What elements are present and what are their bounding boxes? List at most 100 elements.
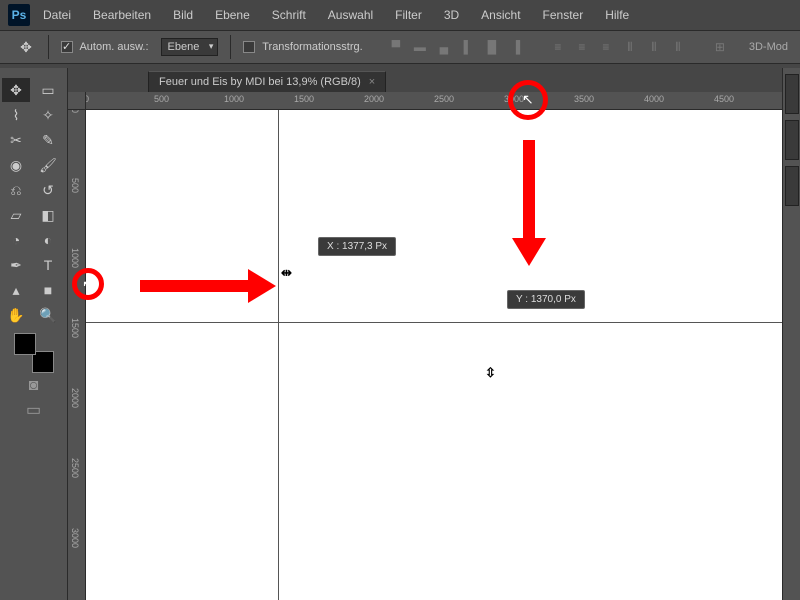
menu-3d[interactable]: 3D: [435, 4, 468, 26]
type-tool[interactable]: T: [34, 253, 62, 277]
eyedropper-tool[interactable]: ✎: [34, 128, 62, 152]
distribute-vcenter-icon[interactable]: ≡: [573, 38, 591, 56]
menu-layer[interactable]: Ebene: [206, 4, 259, 26]
transform-controls-label: Transformationsstrg.: [262, 41, 362, 53]
divider: [230, 35, 231, 59]
menu-edit[interactable]: Bearbeiten: [84, 4, 160, 26]
ruler-tick-label: 500: [70, 178, 80, 193]
canvas[interactable]: ⇹ ⇳ X : 1377,3 Px Y : 1370,0 Px: [86, 110, 782, 600]
zoom-tool[interactable]: 🔍: [34, 303, 62, 327]
dodge-tool[interactable]: ◐: [34, 228, 62, 252]
rectangle-tool[interactable]: ■: [34, 278, 62, 302]
lasso-tool[interactable]: ⌇: [2, 103, 30, 127]
pen-tool[interactable]: ✒: [2, 253, 30, 277]
menu-filter[interactable]: Filter: [386, 4, 431, 26]
hand-tool[interactable]: ✋: [2, 303, 30, 327]
align-left-icon[interactable]: ▌: [459, 38, 477, 56]
gradient-tool[interactable]: ◧: [34, 203, 62, 227]
tooltip-value: 1377,3 Px: [342, 241, 387, 252]
horizontal-ruler[interactable]: 050010001500200025003000350040004500: [86, 92, 782, 110]
menu-select[interactable]: Auswahl: [319, 4, 382, 26]
panel-button[interactable]: [785, 74, 799, 114]
vertical-guide[interactable]: [278, 110, 279, 600]
document-tab[interactable]: Feuer und Eis by MDI bei 13,9% (RGB/8) ×: [148, 71, 386, 92]
cursor-icon: ↖: [522, 91, 534, 108]
distribute-left-icon[interactable]: ⦀: [621, 38, 639, 56]
menu-help[interactable]: Hilfe: [596, 4, 638, 26]
history-brush-tool[interactable]: ↺: [34, 178, 62, 202]
screen-mode-icon[interactable]: ▭: [20, 399, 48, 421]
align-button-group: ▀ ▬ ▄ ▌ █ ▐ ≡ ≡ ≡ ⦀ ⦀ ⦀ ⊞ 3D-Mod: [387, 38, 800, 56]
ruler-tick-label: 0: [70, 110, 80, 113]
horizontal-guide[interactable]: [86, 322, 782, 323]
tooltip-value: 1370,0 Px: [531, 294, 576, 305]
ruler-tick-label: 2500: [70, 458, 80, 478]
clone-stamp-tool[interactable]: ⎌: [2, 178, 30, 202]
ruler-tick-label: 2000: [70, 388, 80, 408]
align-hcenter-icon[interactable]: █: [483, 38, 501, 56]
canvas-viewport[interactable]: ⇹ ⇳ X : 1377,3 Px Y : 1370,0 Px: [86, 110, 782, 600]
marquee-tool[interactable]: ▭: [34, 78, 62, 102]
panel-strip: [782, 68, 800, 600]
ruler-tick-label: 3500: [574, 94, 594, 104]
foreground-color-swatch[interactable]: [14, 333, 36, 355]
spot-heal-tool[interactable]: ◉: [2, 153, 30, 177]
align-right-icon[interactable]: ▐: [507, 38, 525, 56]
vertical-ruler[interactable]: 0 500 1000 1500 2000 2500 3000: [68, 110, 86, 600]
tooltip-label: X :: [327, 241, 339, 252]
guide-x-tooltip: X : 1377,3 Px: [318, 237, 396, 256]
eraser-tool[interactable]: ▱: [2, 203, 30, 227]
align-bottom-icon[interactable]: ▄: [435, 38, 453, 56]
menu-image[interactable]: Bild: [164, 4, 202, 26]
ruler-tick-label: 3000: [70, 528, 80, 548]
toolbox: ✥ ▭ ⌇ ✧ ✂ ✎ ◉ 🖌 ⎌ ↺ ▱ ◧ ◔ ◐ ✒ T ▴ ■ ✋ 🔍 …: [0, 68, 68, 600]
distribute-hcenter-icon[interactable]: ⦀: [645, 38, 663, 56]
close-icon[interactable]: ×: [369, 76, 375, 88]
path-select-tool[interactable]: ▴: [2, 278, 30, 302]
divider: [48, 35, 49, 59]
auto-select-target-dropdown[interactable]: Ebene: [161, 38, 219, 56]
transform-controls-option[interactable]: Transformationsstrg.: [243, 41, 362, 53]
ruler-tick-label: 1000: [224, 94, 244, 104]
distribute-top-icon[interactable]: ≡: [549, 38, 567, 56]
ruler-tick-label: 1500: [294, 94, 314, 104]
document-area: Feuer und Eis by MDI bei 13,9% (RGB/8) ×…: [68, 68, 782, 600]
checkbox-icon[interactable]: [61, 41, 73, 53]
ruler-origin[interactable]: [68, 92, 86, 110]
crop-tool[interactable]: ✂: [2, 128, 30, 152]
app-logo: Ps: [8, 4, 30, 26]
mode-3d-label[interactable]: 3D-Mod: [749, 38, 788, 56]
panel-button[interactable]: [785, 120, 799, 160]
ruler-tick-label: 1000: [70, 248, 80, 268]
guide-drag-cursor-h-icon: ⇹: [281, 265, 292, 281]
brush-tool[interactable]: 🖌: [34, 153, 62, 177]
auto-select-option[interactable]: Autom. ausw.:: [61, 41, 149, 53]
checkbox-icon[interactable]: [243, 41, 255, 53]
ruler-tick-label: 0: [86, 94, 89, 104]
auto-select-label: Autom. ausw.:: [79, 41, 148, 53]
magic-wand-tool[interactable]: ✧: [34, 103, 62, 127]
document-tab-title: Feuer und Eis by MDI bei 13,9% (RGB/8): [159, 76, 361, 88]
blur-tool[interactable]: ◔: [2, 228, 30, 252]
move-tool[interactable]: ✥: [2, 78, 30, 102]
tutorial-arrow-right: [140, 275, 280, 295]
ruler-tick-label: 4500: [714, 94, 734, 104]
menu-window[interactable]: Fenster: [534, 4, 593, 26]
menu-file[interactable]: Datei: [34, 4, 80, 26]
align-vcenter-icon[interactable]: ▬: [411, 38, 429, 56]
distribute-right-icon[interactable]: ⦀: [669, 38, 687, 56]
color-swatches[interactable]: [14, 333, 54, 373]
ruler-tick-label: 1500: [70, 318, 80, 338]
panel-button[interactable]: [785, 166, 799, 206]
menu-type[interactable]: Schrift: [263, 4, 315, 26]
align-top-icon[interactable]: ▀: [387, 38, 405, 56]
menu-view[interactable]: Ansicht: [472, 4, 529, 26]
workspace: ✥ ▭ ⌇ ✧ ✂ ✎ ◉ 🖌 ⎌ ↺ ▱ ◧ ◔ ◐ ✒ T ▴ ■ ✋ 🔍 …: [0, 68, 800, 600]
tooltip-label: Y :: [516, 294, 528, 305]
quick-mask-icon[interactable]: ◙: [20, 375, 48, 397]
distribute-bottom-icon[interactable]: ≡: [597, 38, 615, 56]
ruler-tick-label: 500: [154, 94, 169, 104]
options-bar: ✥ Autom. ausw.: Ebene Transformationsstr…: [0, 30, 800, 64]
auto-align-icon[interactable]: ⊞: [711, 38, 729, 56]
ruler-tick-label: 2500: [434, 94, 454, 104]
